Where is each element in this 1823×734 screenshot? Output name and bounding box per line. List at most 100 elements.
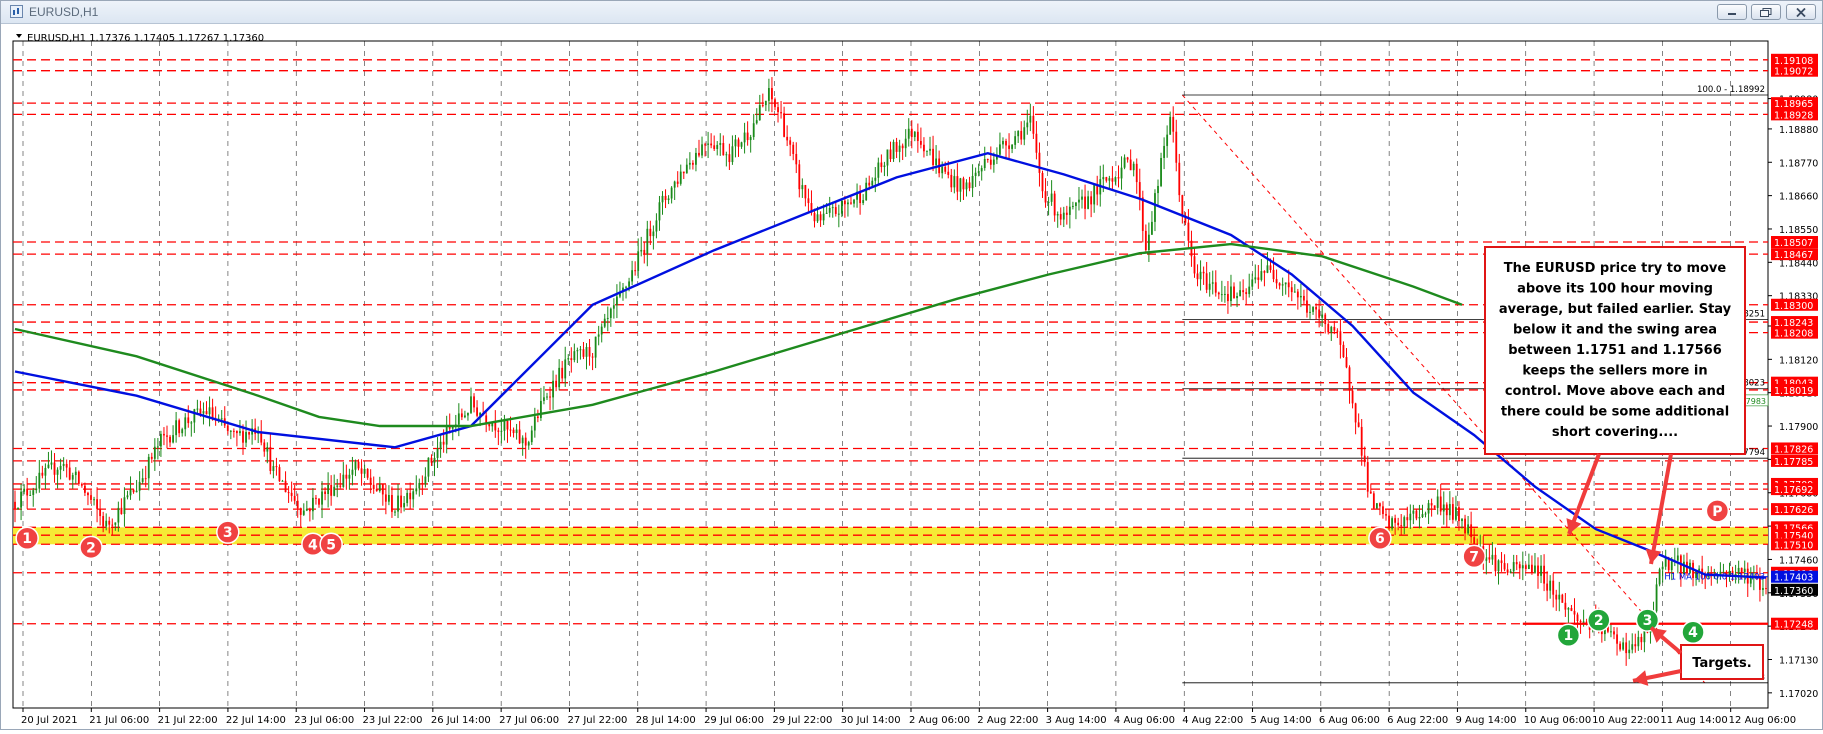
candle-body bbox=[424, 476, 427, 485]
candle-body bbox=[743, 132, 746, 143]
x-tick-label: 27 Jul 22:00 bbox=[567, 715, 627, 726]
candle-body bbox=[1631, 644, 1634, 650]
candle-body bbox=[932, 148, 934, 166]
candle-body bbox=[631, 270, 634, 282]
candle-body bbox=[527, 442, 530, 446]
symbol-header: EURUSD,H1 1.17376 1.17405 1.17267 1.1736… bbox=[27, 33, 264, 44]
candle-body bbox=[536, 416, 539, 419]
x-tick-label: 4 Aug 06:00 bbox=[1114, 715, 1175, 726]
candle-body bbox=[1020, 130, 1023, 140]
candle-body bbox=[205, 411, 208, 415]
candle-body bbox=[691, 162, 694, 165]
y-tick-label: 1.17460 bbox=[1779, 555, 1818, 566]
candle-body bbox=[1622, 642, 1625, 650]
candle-body bbox=[989, 159, 992, 165]
candle-body bbox=[68, 467, 71, 480]
candle-body bbox=[467, 412, 469, 416]
candle-body bbox=[1065, 212, 1068, 215]
candle-body bbox=[193, 409, 196, 423]
candle-body bbox=[986, 159, 989, 161]
candle-body bbox=[1196, 273, 1199, 280]
chart-area[interactable]: EURUSD,H1 1.17376 1.17405 1.17267 1.1736… bbox=[1, 24, 1822, 730]
x-tick-label: 28 Jul 14:00 bbox=[636, 715, 696, 726]
candle-body bbox=[1266, 265, 1269, 273]
green-marker-label: 2 bbox=[1594, 613, 1604, 629]
candle-body bbox=[138, 481, 141, 491]
candle-body bbox=[1503, 563, 1506, 570]
candle-body bbox=[1336, 330, 1339, 332]
candle-body bbox=[1655, 584, 1658, 612]
x-tick-label: 2 Aug 06:00 bbox=[909, 715, 970, 726]
candle-body bbox=[1433, 505, 1436, 508]
candle-body bbox=[1552, 580, 1555, 595]
candle-body bbox=[305, 508, 308, 511]
candle-body bbox=[615, 296, 618, 306]
candle-body bbox=[1400, 525, 1403, 527]
candle-body bbox=[1415, 510, 1418, 519]
candle-body bbox=[65, 463, 68, 468]
candle bbox=[77, 470, 80, 486]
candle-body bbox=[166, 435, 168, 437]
price-chart[interactable]: EURUSD,H1 1.17376 1.17405 1.17267 1.1736… bbox=[1, 24, 1822, 730]
close-button[interactable] bbox=[1786, 4, 1816, 20]
candle-body bbox=[625, 286, 627, 288]
candle-body bbox=[746, 132, 749, 141]
red-level-label: 1.17826 bbox=[1774, 444, 1813, 455]
minimize-button[interactable] bbox=[1717, 4, 1747, 20]
candle-body bbox=[643, 249, 646, 254]
x-tick-label: 22 Jul 14:00 bbox=[226, 715, 286, 726]
candle-body bbox=[153, 446, 156, 459]
candle-body bbox=[1582, 621, 1585, 623]
candle-body bbox=[1035, 133, 1038, 153]
green-marker: 2 bbox=[1587, 608, 1611, 632]
x-tick-label: 9 Aug 14:00 bbox=[1455, 715, 1516, 726]
candle-body bbox=[1497, 560, 1500, 572]
candle-body bbox=[834, 207, 837, 214]
green-marker: 1 bbox=[1556, 623, 1581, 647]
candle-body bbox=[1278, 283, 1281, 286]
candle-body bbox=[293, 495, 296, 501]
candle-body bbox=[983, 159, 986, 169]
candle-body bbox=[640, 249, 643, 252]
candle-body bbox=[263, 442, 266, 452]
candle-body bbox=[1239, 290, 1242, 297]
candle-body bbox=[655, 220, 658, 232]
candle-body bbox=[23, 488, 26, 492]
candle-body bbox=[412, 491, 415, 500]
candle-body bbox=[35, 488, 38, 491]
candle-body bbox=[381, 484, 384, 495]
candle-body bbox=[880, 162, 883, 167]
candle-body bbox=[901, 145, 904, 149]
candle-body bbox=[1634, 644, 1637, 647]
candle-body bbox=[114, 522, 117, 525]
candle-body bbox=[397, 495, 399, 512]
candle-body bbox=[1567, 608, 1570, 610]
x-tick-label: 20 Jul 2021 bbox=[21, 715, 78, 726]
candle-body bbox=[725, 154, 728, 156]
candle-body bbox=[1029, 115, 1032, 123]
candle-body bbox=[1564, 602, 1567, 610]
red-marker-label: 2 bbox=[86, 540, 96, 556]
candle-body bbox=[111, 524, 114, 526]
candle-body bbox=[99, 508, 102, 517]
candle-body bbox=[1220, 294, 1223, 296]
candle-body bbox=[701, 144, 703, 156]
candle-body bbox=[1409, 513, 1412, 521]
candle-body bbox=[539, 400, 542, 419]
candle-body bbox=[959, 178, 962, 192]
candle-body bbox=[707, 143, 710, 145]
candle-body bbox=[1090, 196, 1093, 205]
candle-body bbox=[1391, 518, 1394, 529]
candle-body bbox=[521, 437, 524, 444]
red-level-label: 1.17626 bbox=[1774, 505, 1813, 516]
candle-body bbox=[339, 485, 342, 487]
candle-body bbox=[582, 349, 585, 357]
annotation-line: below it and the swing area bbox=[1513, 323, 1717, 338]
candle-body bbox=[312, 497, 314, 512]
candle-body bbox=[1017, 130, 1020, 137]
red-level-label: 1.17248 bbox=[1774, 620, 1813, 631]
maximize-button[interactable] bbox=[1751, 4, 1781, 20]
candle-body bbox=[71, 475, 74, 480]
candle-body bbox=[609, 308, 612, 318]
candle-body bbox=[366, 468, 369, 478]
